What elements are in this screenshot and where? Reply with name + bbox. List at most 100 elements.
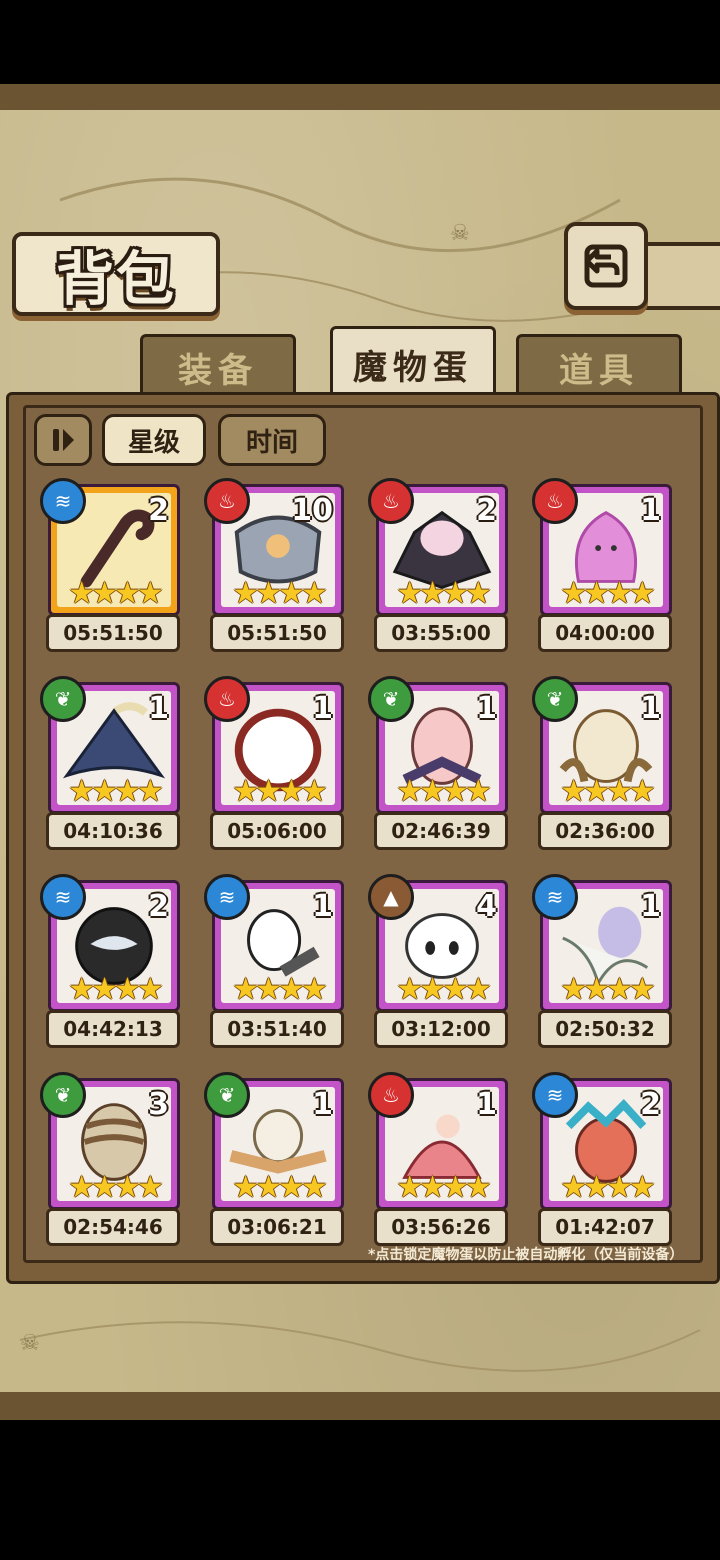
back-arrow-icon	[584, 244, 628, 288]
fire-element-icon: ♨	[532, 478, 578, 524]
hatch-timer: 03:12:00	[374, 1010, 508, 1048]
egg-card[interactable]: 1 ★★★★ ≋ 03:51:40	[204, 874, 344, 1050]
hatch-timer: 02:54:46	[46, 1208, 180, 1246]
grass-element-icon: ❦	[40, 1072, 86, 1118]
hatch-timer: 04:42:13	[46, 1010, 180, 1048]
star-rating: ★★★★	[68, 774, 164, 809]
hatch-timer: 03:51:40	[210, 1010, 344, 1048]
grass-element-icon: ❦	[204, 1072, 250, 1118]
star-rating: ★★★★	[232, 774, 328, 809]
hatch-timer: 03:06:21	[210, 1208, 344, 1246]
wood-strip-bottom	[0, 1392, 720, 1420]
hatch-timer: 04:00:00	[538, 614, 672, 652]
hatch-timer: 05:06:00	[210, 812, 344, 850]
svg-text:☠: ☠	[450, 221, 470, 246]
status-bar-area	[0, 0, 720, 84]
sort-by-star-label: 星级	[127, 427, 180, 458]
svg-text:☠: ☠	[20, 1331, 40, 1356]
tab-equipment-label: 装备	[178, 350, 258, 391]
water-element-icon: ≋	[40, 478, 86, 524]
egg-count: 1	[640, 493, 661, 528]
egg-count: 2	[148, 889, 169, 924]
star-rating: ★★★★	[560, 1170, 656, 1205]
egg-count: 2	[476, 493, 497, 528]
star-rating: ★★★★	[232, 576, 328, 611]
egg-card[interactable]: 2 ★★★★ ≋ 01:42:07	[532, 1072, 672, 1248]
egg-count: 1	[312, 1087, 333, 1122]
egg-card[interactable]: 10 ★★★★ ♨ 05:51:50	[204, 478, 344, 654]
egg-card[interactable]: 3 ★★★★ ❦ 02:54:46	[40, 1072, 180, 1248]
fire-element-icon: ♨	[204, 478, 250, 524]
star-rating: ★★★★	[560, 774, 656, 809]
star-rating: ★★★★	[396, 972, 492, 1007]
egg-count: 1	[312, 889, 333, 924]
water-element-icon: ≋	[40, 874, 86, 920]
star-rating: ★★★★	[396, 576, 492, 611]
egg-card[interactable]: 2 ★★★★ ≋ 05:51:50	[40, 478, 180, 654]
egg-card[interactable]: 1 ★★★★ ♨ 04:00:00	[532, 478, 672, 654]
egg-card[interactable]: 1 ★★★★ ❦ 03:06:21	[204, 1072, 344, 1248]
egg-card[interactable]: 2 ★★★★ ≋ 04:42:13	[40, 874, 180, 1050]
egg-card[interactable]: 1 ★★★★ ❦ 02:46:39	[368, 676, 508, 852]
hatch-timer: 01:42:07	[538, 1208, 672, 1246]
page-title-plate: 背包	[12, 232, 220, 316]
back-button[interactable]	[564, 222, 648, 310]
star-rating: ★★★★	[68, 576, 164, 611]
lock-toggle-icon	[53, 429, 74, 451]
water-element-icon: ≋	[532, 1072, 578, 1118]
hatch-timer: 05:51:50	[46, 614, 180, 652]
hatch-timer: 05:51:50	[210, 614, 344, 652]
egg-count: 4	[476, 889, 497, 924]
egg-card[interactable]: 1 ★★★★ ♨ 03:56:26	[368, 1072, 508, 1248]
egg-card[interactable]: 1 ★★★★ ❦ 04:10:36	[40, 676, 180, 852]
nav-bar-area	[0, 1420, 720, 1560]
egg-card[interactable]: 2 ★★★★ ♨ 03:55:00	[368, 478, 508, 654]
tab-items[interactable]: 道具	[516, 334, 682, 397]
back-button-extension	[640, 242, 720, 310]
star-rating: ★★★★	[68, 972, 164, 1007]
sort-by-time-label: 时间	[245, 427, 298, 458]
hatch-timer: 04:10:36	[46, 812, 180, 850]
water-element-icon: ≋	[204, 874, 250, 920]
star-rating: ★★★★	[560, 972, 656, 1007]
egg-count: 1	[640, 889, 661, 924]
sort-by-star-button[interactable]: 星级	[102, 414, 206, 466]
page-title: 背包	[55, 245, 176, 313]
hatch-timer: 03:56:26	[374, 1208, 508, 1246]
water-element-icon: ≋	[532, 874, 578, 920]
wood-strip-top	[0, 84, 720, 110]
egg-card[interactable]: 1 ★★★★ ≋ 02:50:32	[532, 874, 672, 1050]
hatch-timer: 02:46:39	[374, 812, 508, 850]
star-rating: ★★★★	[560, 576, 656, 611]
lock-toggle-button[interactable]	[34, 414, 92, 466]
star-rating: ★★★★	[232, 972, 328, 1007]
star-rating: ★★★★	[232, 1170, 328, 1205]
fire-element-icon: ♨	[368, 1072, 414, 1118]
egg-count: 1	[148, 691, 169, 726]
grass-element-icon: ❦	[40, 676, 86, 722]
egg-count: 1	[476, 1087, 497, 1122]
footer-note: *点击锁定魔物蛋以防止被自动孵化（仅当前设备）	[368, 1247, 684, 1263]
star-rating: ★★★★	[396, 1170, 492, 1205]
egg-count: 10	[291, 493, 333, 528]
sort-by-time-button[interactable]: 时间	[218, 414, 326, 466]
egg-count: 3	[148, 1087, 169, 1122]
fire-element-icon: ♨	[204, 676, 250, 722]
hatch-timer: 02:36:00	[538, 812, 672, 850]
tab-monster-egg-label: 魔物蛋	[353, 347, 473, 388]
egg-card[interactable]: 1 ★★★★ ❦ 02:36:00	[532, 676, 672, 852]
tab-monster-egg[interactable]: 魔物蛋	[330, 326, 496, 399]
egg-card[interactable]: 1 ★★★★ ♨ 05:06:00	[204, 676, 344, 852]
egg-count: 2	[640, 1087, 661, 1122]
egg-count: 1	[640, 691, 661, 726]
earth-element-icon: ▲	[368, 874, 414, 920]
tab-items-label: 道具	[559, 350, 639, 391]
egg-card[interactable]: 4 ★★★★ ▲ 03:12:00	[368, 874, 508, 1050]
egg-count: 1	[476, 691, 497, 726]
hatch-timer: 03:55:00	[374, 614, 508, 652]
tab-equipment[interactable]: 装备	[140, 334, 296, 397]
fire-element-icon: ♨	[368, 478, 414, 524]
hatch-timer: 02:50:32	[538, 1010, 672, 1048]
grass-element-icon: ❦	[532, 676, 578, 722]
star-rating: ★★★★	[68, 1170, 164, 1205]
